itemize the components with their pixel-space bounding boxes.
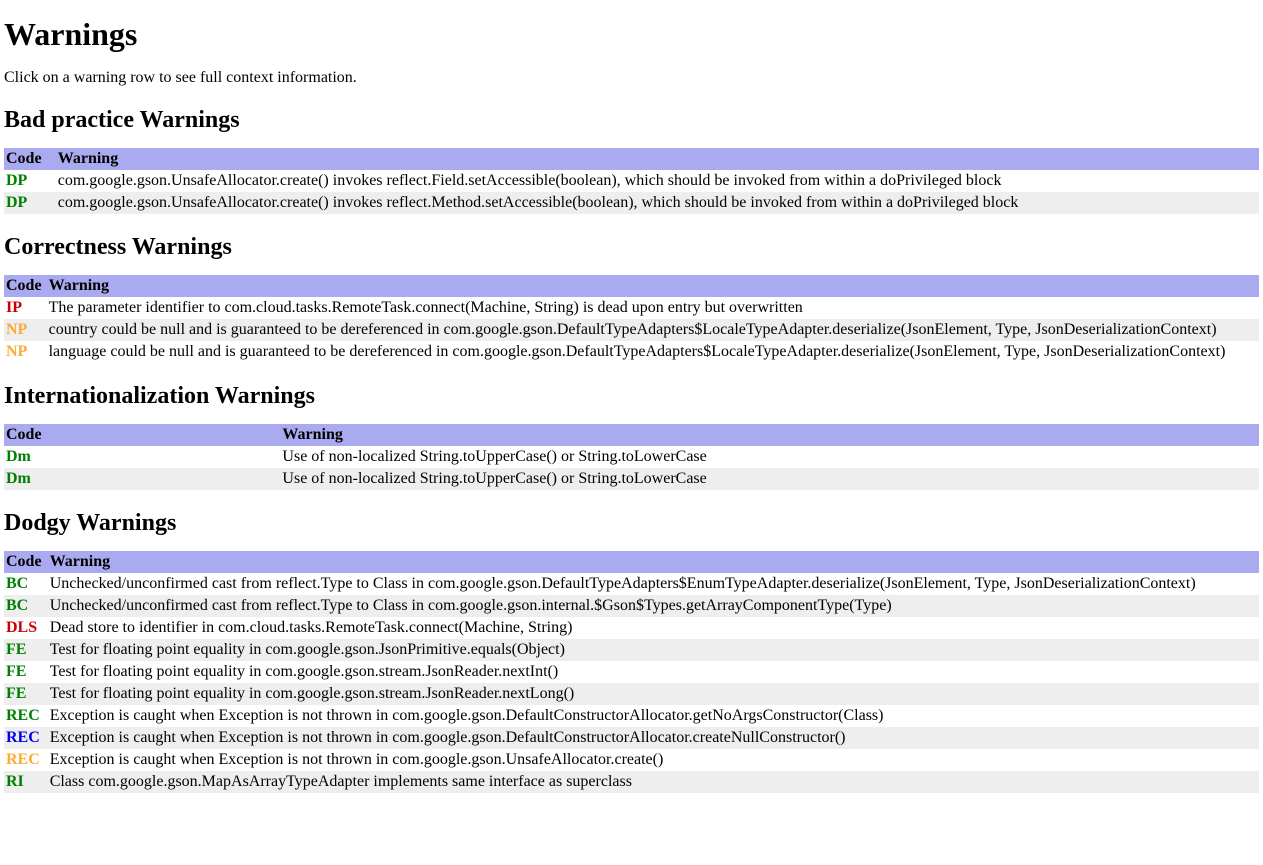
warning-row[interactable]: IPThe parameter identifier to com.cloud.… [4, 297, 1259, 319]
warning-row[interactable]: FETest for floating point equality in co… [4, 639, 1259, 661]
warning-text: The parameter identifier to com.cloud.ta… [47, 297, 1259, 319]
warning-row[interactable]: DLSDead store to identifier in com.cloud… [4, 617, 1259, 639]
warning-text: com.google.gson.UnsafeAllocator.create()… [56, 192, 1259, 214]
warning-text: Exception is caught when Exception is no… [48, 727, 1259, 749]
col-warning: Warning [56, 148, 1259, 170]
warning-code: BC [4, 573, 48, 595]
warning-row[interactable]: RECException is caught when Exception is… [4, 749, 1259, 771]
warning-code: REC [4, 705, 48, 727]
warning-row[interactable]: BCUnchecked/unconfirmed cast from reflec… [4, 595, 1259, 617]
warning-text: Use of non-localized String.toUpperCase(… [280, 446, 1259, 468]
warning-code: DP [4, 170, 56, 192]
col-code: Code [4, 148, 56, 170]
col-code: Code [4, 424, 280, 446]
warning-code: DP [4, 192, 56, 214]
warnings-table: CodeWarningIPThe parameter identifier to… [4, 275, 1259, 363]
warning-code: Dm [4, 446, 280, 468]
warning-row[interactable]: NPcountry could be null and is guarantee… [4, 319, 1259, 341]
warning-text: Exception is caught when Exception is no… [48, 705, 1259, 727]
warning-code: REC [4, 749, 48, 771]
warning-row[interactable]: FETest for floating point equality in co… [4, 683, 1259, 705]
warning-code: IP [4, 297, 47, 319]
col-code: Code [4, 551, 48, 573]
warning-row[interactable]: BCUnchecked/unconfirmed cast from reflec… [4, 573, 1259, 595]
warning-text: Use of non-localized String.toUpperCase(… [280, 468, 1259, 490]
warning-row[interactable]: DPcom.google.gson.UnsafeAllocator.create… [4, 192, 1259, 214]
col-warning: Warning [47, 275, 1259, 297]
warning-row[interactable]: DmUse of non-localized String.toUpperCas… [4, 468, 1259, 490]
page-title: Warnings [4, 16, 1259, 53]
warning-row[interactable]: RECException is caught when Exception is… [4, 705, 1259, 727]
col-warning: Warning [280, 424, 1259, 446]
warning-code: REC [4, 727, 48, 749]
warning-text: Test for floating point equality in com.… [48, 661, 1259, 683]
section-heading: Dodgy Warnings [4, 510, 1259, 537]
col-code: Code [4, 275, 47, 297]
warning-row[interactable]: DmUse of non-localized String.toUpperCas… [4, 446, 1259, 468]
warning-text: Exception is caught when Exception is no… [48, 749, 1259, 771]
warning-code: FE [4, 639, 48, 661]
warnings-table: Code WarningDmUse of non-localized Strin… [4, 424, 1259, 490]
warning-code: DLS [4, 617, 48, 639]
warning-row[interactable]: NPlanguage could be null and is guarante… [4, 341, 1259, 363]
warning-row[interactable]: DPcom.google.gson.UnsafeAllocator.create… [4, 170, 1259, 192]
warnings-table: CodeWarningDPcom.google.gson.UnsafeAlloc… [4, 148, 1259, 214]
warning-text: Unchecked/unconfirmed cast from reflect.… [48, 573, 1259, 595]
warning-row[interactable]: FETest for floating point equality in co… [4, 661, 1259, 683]
warning-code: FE [4, 661, 48, 683]
warning-row[interactable]: RECException is caught when Exception is… [4, 727, 1259, 749]
section-heading: Correctness Warnings [4, 234, 1259, 261]
warning-text: Test for floating point equality in com.… [48, 639, 1259, 661]
warning-code: NP [4, 319, 47, 341]
section-heading: Internationalization Warnings [4, 383, 1259, 410]
section-heading: Bad practice Warnings [4, 107, 1259, 134]
intro-text: Click on a warning row to see full conte… [4, 69, 1259, 87]
warning-code: BC [4, 595, 48, 617]
warning-code: NP [4, 341, 47, 363]
warning-text: com.google.gson.UnsafeAllocator.create()… [56, 170, 1259, 192]
warning-row[interactable]: RIClass com.google.gson.MapAsArrayTypeAd… [4, 771, 1259, 793]
warning-text: language could be null and is guaranteed… [47, 341, 1259, 363]
warnings-table: CodeWarningBCUnchecked/unconfirmed cast … [4, 551, 1259, 793]
warning-text: country could be null and is guaranteed … [47, 319, 1259, 341]
warning-text: Unchecked/unconfirmed cast from reflect.… [48, 595, 1259, 617]
warning-text: Test for floating point equality in com.… [48, 683, 1259, 705]
warning-text: Class com.google.gson.MapAsArrayTypeAdap… [48, 771, 1259, 793]
warning-code: FE [4, 683, 48, 705]
warning-code: RI [4, 771, 48, 793]
warning-code: Dm [4, 468, 280, 490]
warning-text: Dead store to identifier in com.cloud.ta… [48, 617, 1259, 639]
col-warning: Warning [48, 551, 1259, 573]
